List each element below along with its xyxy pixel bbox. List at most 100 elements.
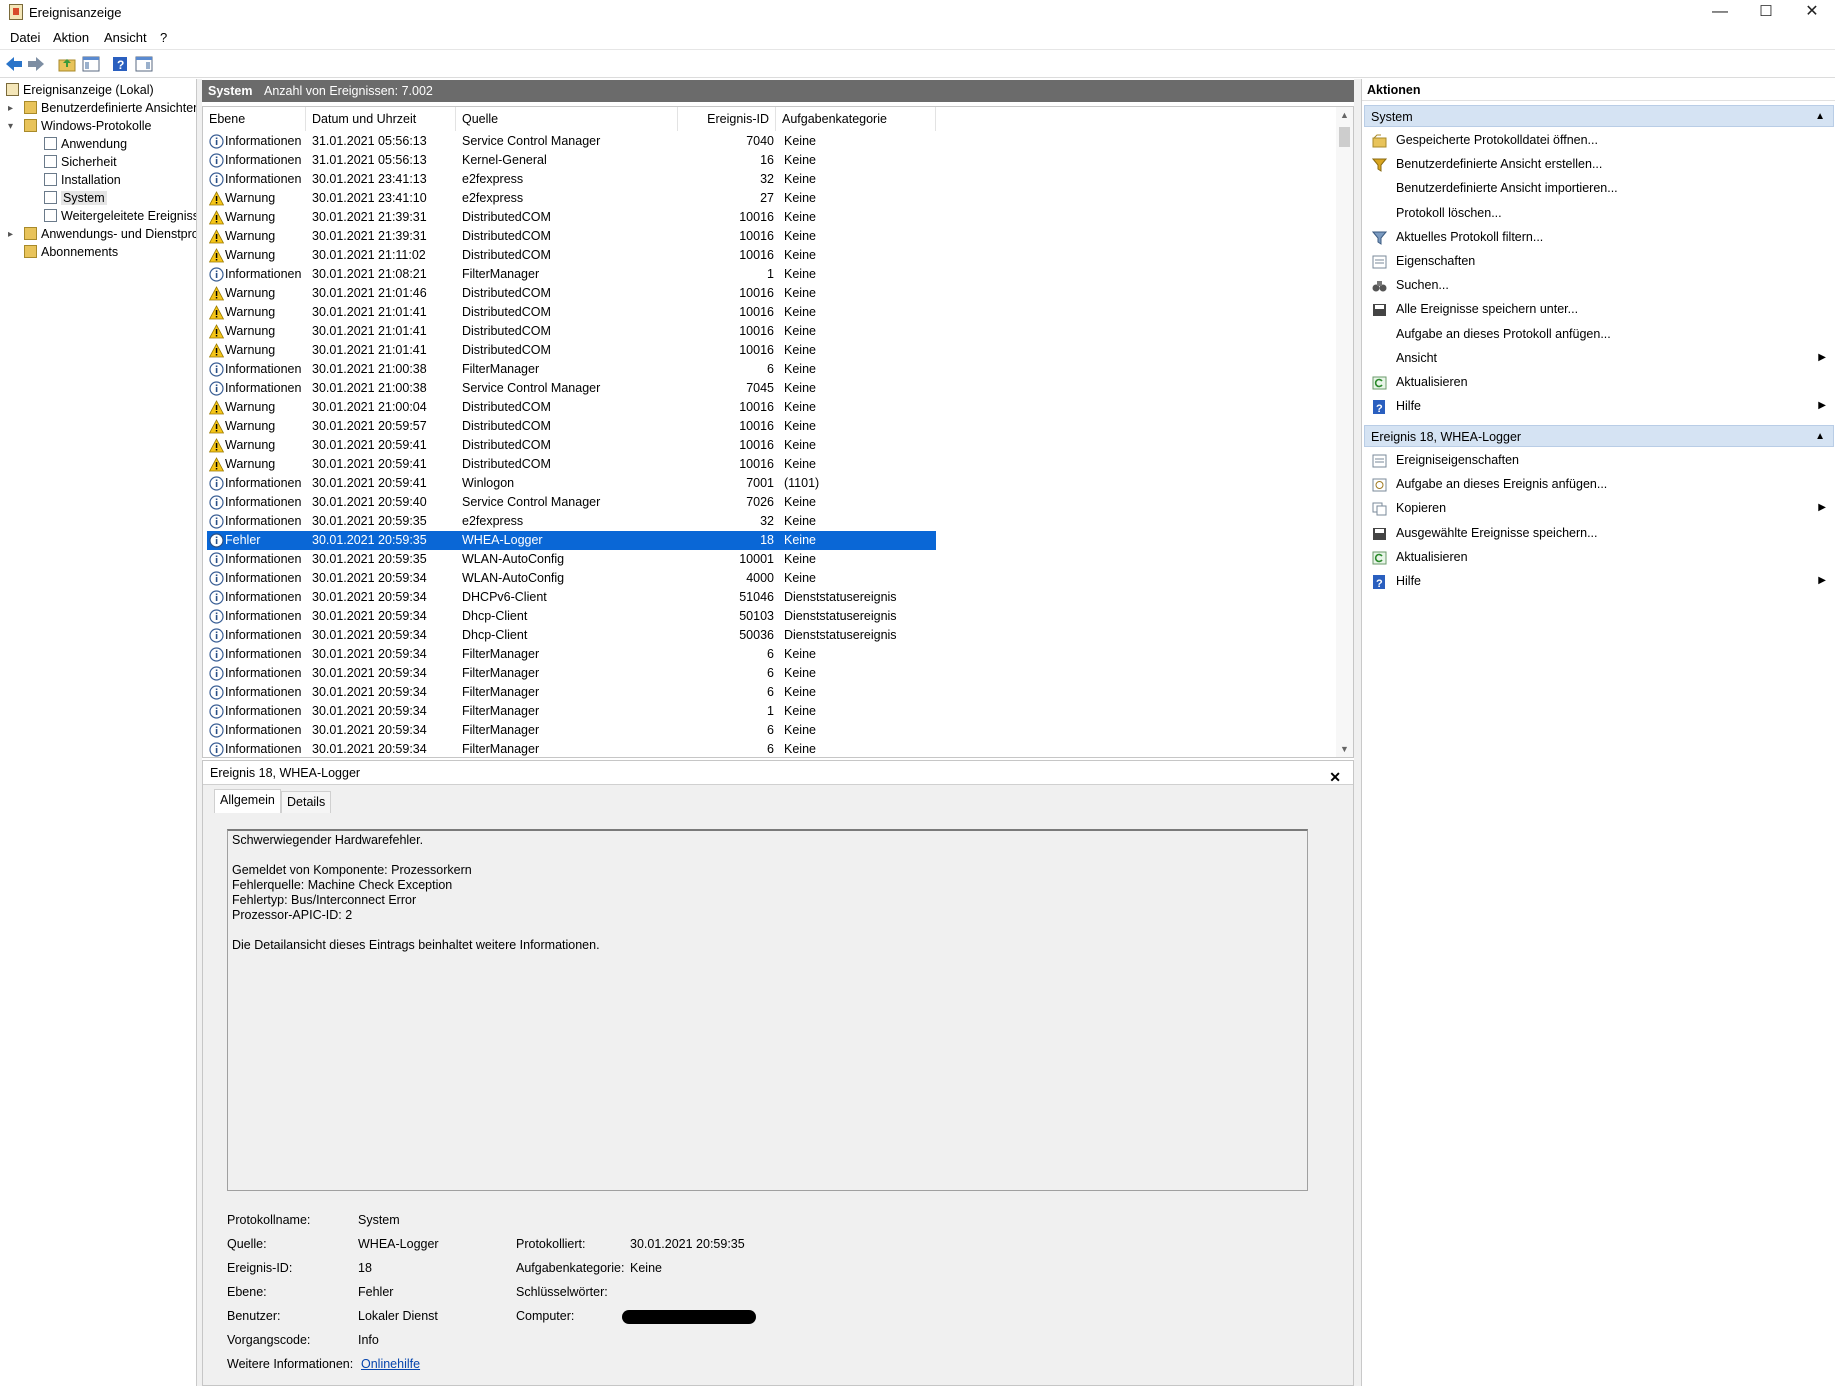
- column-aufgabenkategorie[interactable]: Aufgabenkategorie: [776, 107, 936, 131]
- column-datum[interactable]: Datum und Uhrzeit: [306, 107, 456, 131]
- event-row[interactable]: Informationen 30.01.2021 21:00:38 Service …: [207, 379, 936, 398]
- scroll-thumb[interactable]: [1339, 127, 1350, 147]
- tree-item-subscriptions[interactable]: Abonnements: [24, 243, 118, 261]
- actions-section-event[interactable]: Ereignis 18, WHEA-Logger ▲: [1364, 425, 1834, 447]
- action-item[interactable]: Gespeicherte Protokolldatei öffnen...: [1364, 129, 1834, 151]
- expand-chevron-icon[interactable]: ▸: [8, 103, 13, 114]
- maximize-button[interactable]: ☐: [1743, 0, 1789, 26]
- tab-details[interactable]: Details: [281, 791, 332, 813]
- show-hide-tree-icon[interactable]: [80, 53, 102, 75]
- tree-item-root[interactable]: Ereignisanzeige (Lokal): [6, 81, 154, 99]
- tree-item-forwarded[interactable]: Weitergeleitete Ereignisse: [44, 207, 196, 225]
- event-row[interactable]: Warnung 30.01.2021 20:59:41 DistributedCOM…: [207, 455, 936, 474]
- event-row[interactable]: Informationen 30.01.2021 20:59:34 WLAN-Aut…: [207, 569, 936, 588]
- event-row[interactable]: Warnung 30.01.2021 21:01:46 DistributedCOM…: [207, 284, 936, 303]
- action-item[interactable]: Aufgabe an dieses Ereignis anfügen...: [1364, 473, 1834, 495]
- tree-item-app-service-logs[interactable]: Anwendungs- und Dienstprotokolle: [24, 225, 196, 243]
- action-item[interactable]: Aktualisieren: [1364, 371, 1834, 393]
- back-icon[interactable]: [3, 53, 25, 75]
- action-item[interactable]: Aktuelles Protokoll filtern...: [1364, 226, 1834, 248]
- event-row[interactable]: Warnung 30.01.2021 21:01:41 DistributedCOM…: [207, 303, 936, 322]
- show-hide-action-pane-icon[interactable]: [133, 53, 155, 75]
- action-item[interactable]: Kopieren ▶: [1364, 497, 1834, 519]
- event-row[interactable]: Warnung 30.01.2021 21:01:41 DistributedCOM…: [207, 322, 936, 341]
- event-row[interactable]: Informationen 30.01.2021 20:59:35 e2fexpre…: [207, 512, 936, 531]
- expand-chevron-icon[interactable]: ▸: [8, 229, 13, 240]
- menu-datei[interactable]: Datei: [10, 30, 40, 45]
- event-row[interactable]: Warnung 30.01.2021 21:39:31 DistributedCOM…: [207, 227, 936, 246]
- event-row[interactable]: Informationen 30.01.2021 20:59:41 Winlogon…: [207, 474, 936, 493]
- actions-section-system[interactable]: System ▲: [1364, 105, 1834, 127]
- event-row[interactable]: Warnung 30.01.2021 20:59:41 DistributedCOM…: [207, 436, 936, 455]
- tree-item-sicherheit[interactable]: Sicherheit: [44, 153, 117, 171]
- right-splitter[interactable]: [1354, 79, 1361, 1386]
- column-quelle[interactable]: Quelle: [456, 107, 678, 131]
- event-row[interactable]: Informationen 31.01.2021 05:56:13 Service …: [207, 132, 936, 151]
- action-item[interactable]: Ansicht ▶: [1364, 347, 1834, 369]
- action-item[interactable]: ? Hilfe ▶: [1364, 395, 1834, 417]
- event-row[interactable]: Fehler 30.01.2021 20:59:35 WHEA-Logger 18 Ke…: [207, 531, 936, 550]
- event-message[interactable]: Schwerwiegender Hardwarefehler. Gemeldet…: [227, 829, 1308, 1191]
- event-row[interactable]: Informationen 30.01.2021 20:59:34 FilterMa…: [207, 664, 936, 683]
- cell-source: e2fexpress: [462, 191, 524, 205]
- collapse-chevron-icon[interactable]: ▾: [8, 121, 13, 132]
- close-detail-icon[interactable]: ✕: [1329, 765, 1341, 789]
- event-row[interactable]: Informationen 30.01.2021 20:59:34 FilterMa…: [207, 721, 936, 740]
- event-row[interactable]: Warnung 30.01.2021 20:59:57 DistributedCOM…: [207, 417, 936, 436]
- event-row[interactable]: Informationen 30.01.2021 23:41:13 e2fexpre…: [207, 170, 936, 189]
- tab-allgemein[interactable]: Allgemein: [214, 789, 281, 813]
- online-help-link[interactable]: Onlinehilfe: [361, 1357, 420, 1371]
- action-item[interactable]: Aufgabe an dieses Protokoll anfügen...: [1364, 323, 1834, 345]
- event-row[interactable]: Informationen 30.01.2021 20:59:34 FilterMa…: [207, 645, 936, 664]
- event-row[interactable]: Warnung 30.01.2021 21:11:02 DistributedCOM…: [207, 246, 936, 265]
- event-row[interactable]: Informationen 30.01.2021 20:59:34 FilterMa…: [207, 740, 936, 757]
- event-row[interactable]: Informationen 30.01.2021 20:59:35 WLAN-Aut…: [207, 550, 936, 569]
- event-row[interactable]: Informationen 30.01.2021 20:59:34 FilterMa…: [207, 702, 936, 721]
- column-ereignis-id[interactable]: Ereignis-ID: [678, 107, 776, 131]
- action-item[interactable]: Ausgewählte Ereignisse speichern...: [1364, 522, 1834, 544]
- cell-date: 30.01.2021 20:59:34: [312, 609, 427, 623]
- up-folder-icon[interactable]: [56, 53, 78, 75]
- tree-item-installation[interactable]: Installation: [44, 171, 121, 189]
- tree-item-windows-logs[interactable]: Windows-Protokolle: [24, 117, 151, 135]
- action-item[interactable]: Benutzerdefinierte Ansicht importieren..…: [1364, 177, 1834, 199]
- collapse-icon[interactable]: ▲: [1815, 106, 1825, 128]
- action-item[interactable]: Benutzerdefinierte Ansicht erstellen...: [1364, 153, 1834, 175]
- menu-ansicht[interactable]: Ansicht: [104, 30, 147, 45]
- event-row[interactable]: Warnung 30.01.2021 21:39:31 DistributedCOM…: [207, 208, 936, 227]
- action-item[interactable]: Ereigniseigenschaften: [1364, 449, 1834, 471]
- event-row[interactable]: Informationen 30.01.2021 20:59:34 Dhcp-Cli…: [207, 626, 936, 645]
- event-row[interactable]: Informationen 30.01.2021 20:59:34 Dhcp-Cli…: [207, 607, 936, 626]
- vertical-scrollbar[interactable]: ▲ ▼: [1336, 107, 1353, 757]
- menu-help[interactable]: ?: [160, 30, 167, 45]
- menu-aktion[interactable]: Aktion: [53, 30, 89, 45]
- action-item[interactable]: Protokoll löschen...: [1364, 202, 1834, 224]
- action-item[interactable]: Aktualisieren: [1364, 546, 1834, 568]
- action-item[interactable]: ? Hilfe ▶: [1364, 570, 1834, 592]
- cell-category: Keine: [784, 400, 816, 414]
- event-row[interactable]: Informationen 30.01.2021 21:00:38 FilterMa…: [207, 360, 936, 379]
- tree-item-system[interactable]: System: [44, 189, 107, 207]
- column-ebene[interactable]: Ebene: [203, 107, 306, 131]
- scroll-down-icon[interactable]: ▼: [1340, 744, 1349, 754]
- action-item[interactable]: Suchen...: [1364, 274, 1834, 296]
- event-row[interactable]: Informationen 30.01.2021 21:08:21 FilterMa…: [207, 265, 936, 284]
- event-row[interactable]: Informationen 31.01.2021 05:56:13 Kernel-G…: [207, 151, 936, 170]
- event-row[interactable]: Informationen 30.01.2021 20:59:34 FilterMa…: [207, 683, 936, 702]
- collapse-icon[interactable]: ▲: [1815, 426, 1825, 448]
- close-button[interactable]: ✕: [1789, 0, 1835, 26]
- action-item[interactable]: Alle Ereignisse speichern unter...: [1364, 298, 1834, 320]
- tree-item-anwendung[interactable]: Anwendung: [44, 135, 127, 153]
- event-row[interactable]: Warnung 30.01.2021 21:00:04 DistributedCOM…: [207, 398, 936, 417]
- help-icon[interactable]: ?: [109, 53, 131, 75]
- tree-item-custom-views[interactable]: Benutzerdefinierte Ansichten: [24, 99, 196, 117]
- event-row[interactable]: Warnung 30.01.2021 21:01:41 DistributedCOM…: [207, 341, 936, 360]
- event-row[interactable]: Informationen 30.01.2021 20:59:40 Service …: [207, 493, 936, 512]
- event-row[interactable]: Informationen 30.01.2021 20:59:34 DHCPv6-C…: [207, 588, 936, 607]
- event-row[interactable]: Warnung 30.01.2021 23:41:10 e2fexpress 27 Ke…: [207, 189, 936, 208]
- scroll-up-icon[interactable]: ▲: [1340, 110, 1349, 120]
- cell-level: Warnung: [225, 191, 276, 205]
- minimize-button[interactable]: —: [1697, 0, 1743, 26]
- forward-icon[interactable]: [25, 53, 47, 75]
- action-item[interactable]: Eigenschaften: [1364, 250, 1834, 272]
